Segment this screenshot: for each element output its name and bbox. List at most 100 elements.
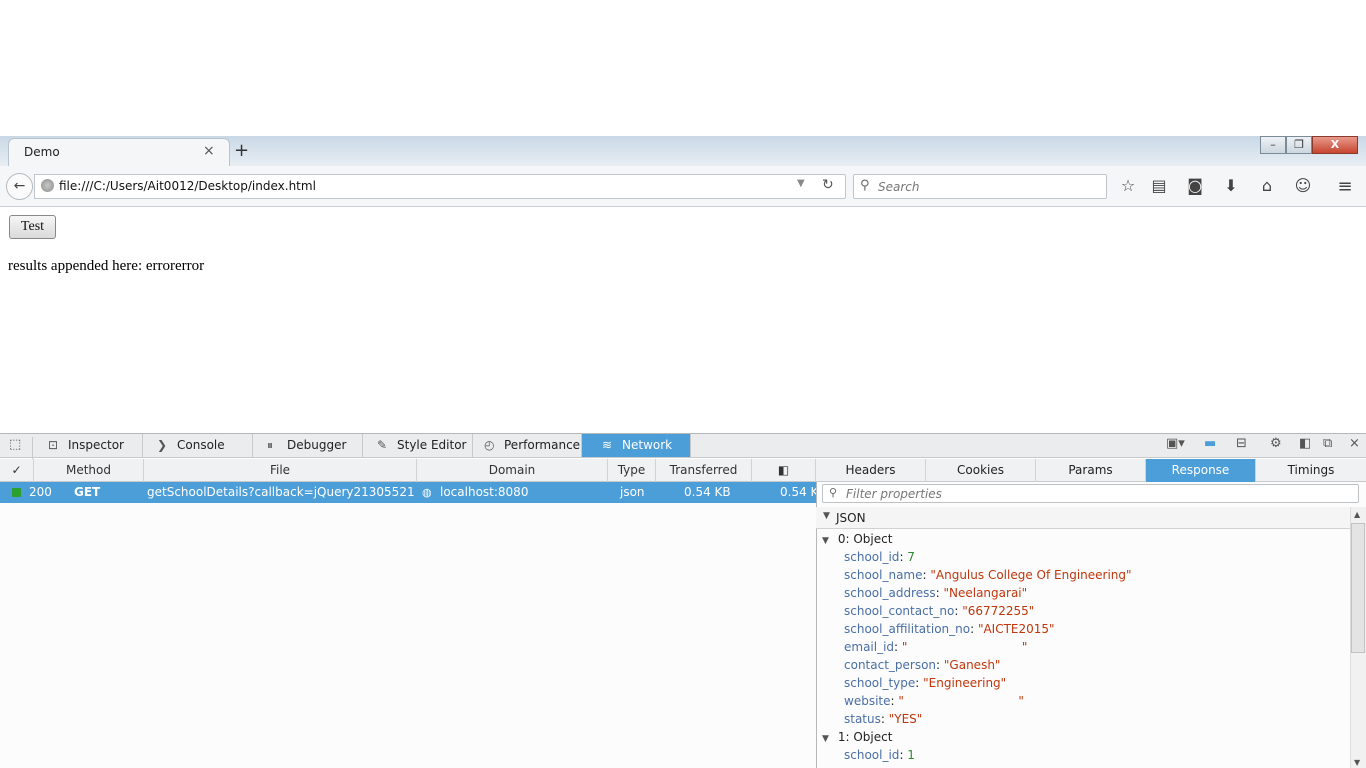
request-list-empty-area <box>0 503 816 768</box>
column-status[interactable]: ✓ <box>0 459 34 482</box>
property-value: "Angulus College Of Engineering" <box>930 568 1132 582</box>
json-property: school_address: "Neelangarai" <box>844 586 1028 600</box>
property-value: "Ganesh" <box>943 658 1001 672</box>
tab-title[interactable]: Demo <box>24 145 60 159</box>
close-devtools-icon[interactable]: × <box>1349 436 1360 451</box>
debugger-icon: ⏸ <box>267 438 274 452</box>
element-picker-icon[interactable]: ⬚ <box>9 437 33 459</box>
tab-inspector[interactable]: ⊡ Inspector <box>34 434 143 457</box>
property-value: "AICTE2015" <box>977 622 1055 636</box>
column-type[interactable]: Type <box>608 459 656 482</box>
tab-style-editor[interactable]: ✎ Style Editor <box>363 434 473 457</box>
tab-cookies[interactable]: Cookies <box>926 459 1036 482</box>
request-file: getSchoolDetails?callback=jQuery21305521… <box>147 485 415 499</box>
object-label: 1: Object <box>837 730 893 744</box>
dock-side-icon[interactable]: ◧ <box>1299 436 1311 451</box>
column-method[interactable]: Method <box>34 459 144 482</box>
json-object-row[interactable]: ▼ 0: Object <box>822 530 892 548</box>
test-button[interactable]: Test <box>9 215 56 239</box>
tab-label: Console <box>177 438 225 452</box>
json-object-row[interactable]: ▼ 1: Object <box>822 728 892 746</box>
property-value: "YES" <box>888 712 923 726</box>
pocket-icon[interactable]: ◙ <box>1183 176 1207 195</box>
domain-icon: ◍ <box>422 486 432 499</box>
tab-response[interactable]: Response <box>1146 459 1256 482</box>
column-domain[interactable]: Domain <box>417 459 608 482</box>
tab-timings[interactable]: Timings <box>1256 459 1366 482</box>
menu-icon[interactable]: ≡ <box>1333 176 1357 197</box>
property-value: " " <box>898 694 1024 708</box>
json-property: status: "YES" <box>844 712 923 726</box>
responsive-mode-icon[interactable]: ▬ <box>1204 436 1216 451</box>
tab-label: Network <box>622 438 673 452</box>
tab-performance[interactable]: ◴ Performance <box>470 434 582 457</box>
column-file[interactable]: File <box>144 459 417 482</box>
home-icon[interactable]: ⌂ <box>1255 176 1279 195</box>
restore-button[interactable]: ❐ <box>1286 136 1312 154</box>
property-value: "Engineering" <box>923 676 1007 690</box>
property-key: school_id <box>844 550 900 564</box>
scroll-down-icon[interactable]: ▼ <box>1354 758 1360 767</box>
tab-debugger[interactable]: ⏸ Debugger <box>253 434 363 457</box>
property-key: status <box>844 712 881 726</box>
json-property: school_id: 7 <box>844 550 915 564</box>
url-dropdown-icon[interactable]: ▼ <box>797 178 805 189</box>
hello-chat-icon[interactable]: ☺ <box>1291 176 1315 195</box>
collapse-triangle-icon[interactable]: ▼ <box>822 730 834 748</box>
property-value: " " <box>901 640 1028 654</box>
tab-network[interactable]: ≋ Network <box>582 434 691 457</box>
tab-label: Inspector <box>68 438 124 452</box>
property-key: school_name <box>844 568 923 582</box>
performance-icon: ◴ <box>484 438 495 452</box>
scroll-thumb[interactable] <box>1351 523 1365 653</box>
bookmark-star-icon[interactable]: ☆ <box>1116 176 1140 195</box>
property-key: email_id <box>844 640 895 654</box>
property-value: 7 <box>907 550 915 564</box>
tab-params[interactable]: Params <box>1036 459 1146 482</box>
property-key: school_type <box>844 676 916 690</box>
request-size: 0.54 KB <box>780 485 816 499</box>
split-console-icon[interactable]: ▣▾ <box>1166 436 1185 451</box>
property-value: 1 <box>907 748 915 762</box>
request-transferred: 0.54 KB <box>684 485 731 499</box>
request-method: GET <box>74 485 101 499</box>
request-type: json <box>620 485 645 499</box>
collapse-triangle-icon[interactable]: ▼ <box>822 532 834 550</box>
back-button[interactable]: ← <box>6 173 33 200</box>
collapse-triangle-icon[interactable]: ▼ <box>823 511 830 521</box>
property-key: contact_person <box>844 658 937 672</box>
json-section-header[interactable] <box>816 507 1350 529</box>
property-value: "66772255" <box>962 604 1035 618</box>
request-domain: localhost:8080 <box>440 485 529 499</box>
scroll-up-icon[interactable]: ▲ <box>1354 510 1360 519</box>
json-property: website: " " <box>844 694 1024 708</box>
close-window-button[interactable]: X <box>1312 136 1358 154</box>
property-key: school_address <box>844 586 936 600</box>
search-placeholder: Search <box>878 180 920 194</box>
bookmarks-list-icon[interactable]: ▤ <box>1147 176 1171 195</box>
style-editor-icon: ✎ <box>377 438 388 452</box>
property-key: school_id <box>844 748 900 762</box>
reload-icon[interactable]: ↻ <box>822 177 834 193</box>
undock-icon[interactable]: ⧉ <box>1323 436 1332 451</box>
json-property: email_id: " " <box>844 640 1028 654</box>
tab-console[interactable]: ❯ Console <box>143 434 253 457</box>
minimize-button[interactable]: – <box>1260 136 1286 154</box>
filter-search-icon: ⚲ <box>829 486 838 499</box>
property-value: "Neelangarai" <box>943 586 1028 600</box>
search-icon: ⚲ <box>860 178 870 193</box>
tab-close-icon[interactable]: × <box>203 143 215 159</box>
new-tab-button[interactable]: + <box>234 140 249 161</box>
url-text[interactable]: file:///C:/Users/Ait0012/Desktop/index.h… <box>59 179 316 193</box>
site-identity-icon[interactable] <box>41 179 54 192</box>
object-label: 0: Object <box>837 532 893 546</box>
screenshot-icon[interactable]: ⊟ <box>1236 436 1247 451</box>
download-icon[interactable]: ⬇ <box>1219 176 1243 195</box>
property-key: website <box>844 694 891 708</box>
tab-label: Debugger <box>287 438 347 452</box>
column-transferred[interactable]: Transferred <box>656 459 752 482</box>
waterfall-toggle-icon[interactable]: ◧ <box>752 459 816 482</box>
request-status: 200 <box>29 485 52 499</box>
tab-headers[interactable]: Headers <box>816 459 926 482</box>
settings-gear-icon[interactable]: ⚙ <box>1270 436 1282 451</box>
